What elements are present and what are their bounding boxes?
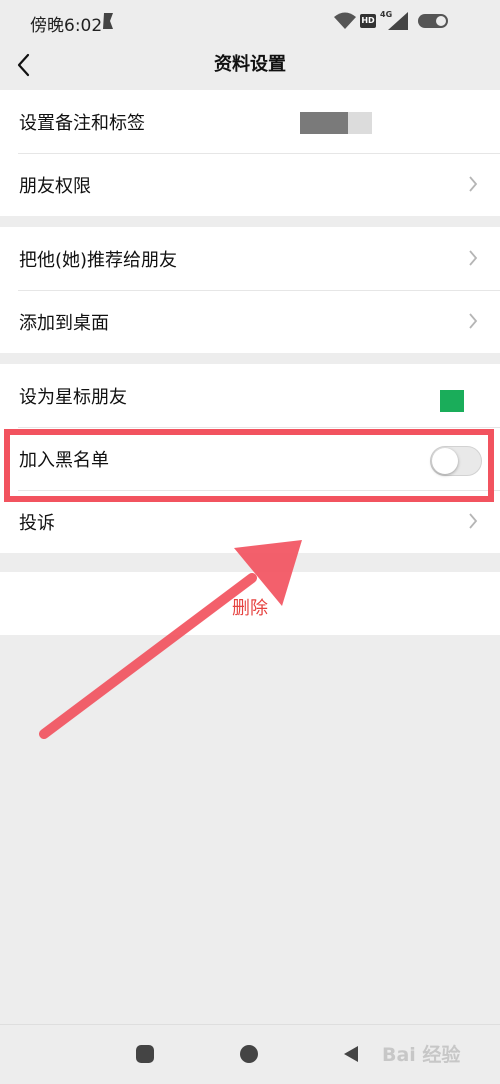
row-label: 设为星标朋友 [19, 387, 127, 408]
wifi-icon [334, 12, 356, 29]
annotation-arrow-icon [39, 540, 302, 739]
watermark-text: Bai 经验 [382, 1044, 461, 1066]
signal-4g-icon [388, 12, 408, 30]
blacklist-toggle[interactable] [430, 446, 482, 476]
chevron-right-icon [469, 313, 478, 329]
row-label: 投诉 [19, 513, 55, 534]
chevron-right-icon [469, 513, 478, 529]
moon-icon [103, 13, 113, 29]
row-friend-permissions[interactable]: 朋友权限 [0, 153, 500, 216]
star-friend-indicator [440, 390, 464, 412]
settings-group-2: 把他(她)推荐给朋友 添加到桌面 [0, 227, 500, 353]
remark-tags-preview [300, 112, 372, 134]
row-label: 朋友权限 [19, 176, 91, 197]
page-title: 资料设置 [214, 54, 286, 75]
watermark: Bai 经验 [380, 1036, 500, 1072]
battery-toggle-icon [418, 14, 448, 28]
tag-block-light [348, 112, 372, 134]
home-icon[interactable] [240, 1045, 258, 1063]
row-add-to-desktop[interactable]: 添加到桌面 [0, 290, 500, 353]
row-recommend-to-friend[interactable]: 把他(她)推荐给朋友 [0, 227, 500, 290]
hd-icon: HD [360, 14, 376, 28]
nav-bar: 资料设置 [0, 44, 500, 90]
tag-block-dark [300, 112, 348, 134]
row-remark-tags[interactable]: 设置备注和标签 [0, 90, 500, 153]
toggle-knob [432, 448, 458, 474]
row-label: 添加到桌面 [19, 313, 109, 334]
row-label: 加入黑名单 [19, 450, 109, 471]
settings-group-1: 设置备注和标签 朋友权限 [0, 90, 500, 216]
settings-group-3: 设为星标朋友 加入黑名单 投诉 [0, 364, 500, 553]
delete-button[interactable]: 删除 [0, 572, 500, 635]
chevron-right-icon [469, 176, 478, 192]
row-star-friend[interactable]: 设为星标朋友 [0, 364, 500, 427]
recent-apps-icon[interactable] [136, 1045, 154, 1063]
row-blacklist[interactable]: 加入黑名单 [0, 427, 500, 490]
chevron-right-icon [469, 250, 478, 266]
row-label: 设置备注和标签 [19, 113, 145, 134]
row-complain[interactable]: 投诉 [0, 490, 500, 553]
row-label: 把他(她)推荐给朋友 [19, 250, 178, 271]
status-icons: HD 4G [334, 10, 474, 32]
back-triangle-icon[interactable] [342, 1045, 360, 1063]
status-bar: 傍晚6:02 HD 4G [0, 0, 500, 44]
status-time: 傍晚6:02 [30, 16, 103, 36]
delete-label: 删除 [232, 598, 268, 619]
